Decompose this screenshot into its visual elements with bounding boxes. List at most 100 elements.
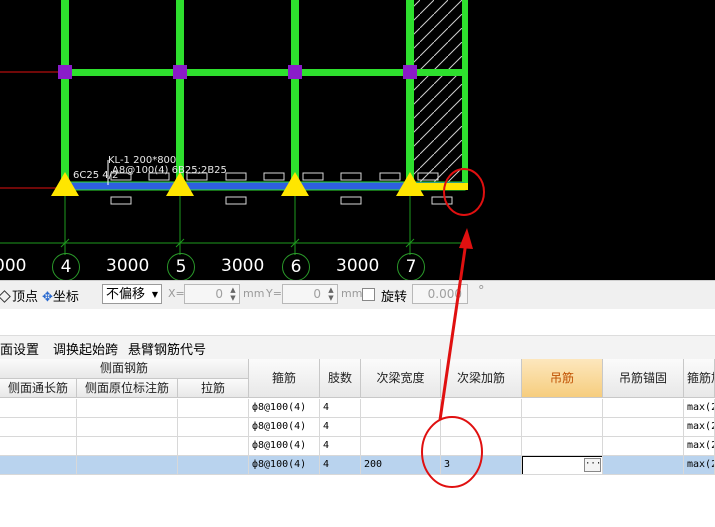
table-cell[interactable]: ф8@100(4) [249,456,320,475]
table-cell[interactable] [0,456,77,475]
table-cell[interactable] [603,418,684,437]
table-cell[interactable] [603,437,684,456]
x-input[interactable]: 0 ▲ ▼ [184,284,240,304]
table-cell[interactable] [361,418,441,437]
column [58,65,72,79]
rotate-input[interactable]: 0.000 [412,284,468,304]
span-property-table: 侧面钢筋 侧面通长筋 侧面原位标注筋 拉筋 箍筋 肢数 次梁宽度 次梁加筋 吊筋… [0,359,715,527]
span-dimension: 3000 [106,256,150,276]
spacer-strip [0,309,715,335]
table-row[interactable]: ф8@100(4) 4 max(2 [0,418,715,437]
rotate-unit: ° [478,284,485,299]
table-cell[interactable] [441,437,522,456]
table-cell[interactable] [603,456,684,475]
header-hanger-anchor[interactable]: 吊筋锚固 [603,359,684,398]
table-cell[interactable]: ф8@100(4) [249,399,320,418]
header-stirrup-add[interactable]: 箍筋加 [684,359,715,398]
vertex-snap-toggle[interactable]: 顶点 [0,286,38,305]
table-cell[interactable] [178,437,249,456]
offset-select[interactable]: 不偏移 ▼ [102,284,162,304]
drawing-canvas[interactable]: KL-1 200*800 A8@100(4) 6B25;2B25 6C25 4/… [0,0,715,280]
table-cell[interactable]: 3 [441,456,522,475]
table-cell[interactable] [441,399,522,418]
x-unit: mm [243,287,265,300]
x-spin-icon[interactable]: ▲ ▼ [228,286,238,302]
y-label: Y= [266,287,282,300]
header-stirrup[interactable]: 箍筋 [249,359,320,398]
table-cell[interactable] [522,399,603,418]
table-cell[interactable]: 4 [320,399,361,418]
header-hanger-rebar[interactable]: 吊筋 [522,359,603,398]
span-dimension: 000 [0,256,27,276]
table-cell[interactable]: ф8@100(4) [249,437,320,456]
table-cell[interactable] [178,418,249,437]
menu-section-settings[interactable]: 面设置 [0,339,39,358]
table-row[interactable]: ф8@100(4) 4 200 3 ··· max(2 [0,456,715,475]
y-unit: mm [341,287,363,300]
table-cell[interactable] [77,437,178,456]
table-row[interactable]: ф8@100(4) 4 max(2 [0,437,715,456]
coordinate-label: 坐标 [52,290,79,305]
table-cell[interactable] [441,418,522,437]
menu-cantilever-code[interactable]: 悬臂钢筋代号 [128,339,206,358]
y-value: 0 [313,287,321,301]
coordinate-toolbar: 顶点 ✥坐标 不偏移 ▼ X= 0 ▲ ▼ mm Y= 0 ▲ ▼ mm 旋转 0.00… [0,280,715,310]
table-cell[interactable] [361,399,441,418]
grid-line-4 [61,0,69,185]
table-cell[interactable]: max(2 [684,399,715,418]
table-cell[interactable] [178,399,249,418]
table-cell[interactable]: 4 [320,456,361,475]
header-side-through[interactable]: 侧面通长筋 [0,379,77,398]
coordinate-icon: ✥ [42,290,53,305]
table-cell[interactable]: 4 [320,437,361,456]
table-cell[interactable]: max(2 [684,456,715,475]
header-secondary-beam-width[interactable]: 次梁宽度 [361,359,441,398]
grid-line-7 [406,0,414,185]
table-cell[interactable]: 4 [320,418,361,437]
x-value: 0 [215,287,223,301]
plan-drawing [0,0,470,255]
offset-select-value: 不偏移 [106,287,146,302]
table-cell[interactable] [0,399,77,418]
table-cell[interactable]: max(2 [684,418,715,437]
column [173,65,187,79]
table-cell[interactable] [603,399,684,418]
rotate-checkbox[interactable] [362,288,375,301]
grid-line-6 [291,0,299,185]
table-cell[interactable] [0,437,77,456]
vertex-label: 顶点 [12,290,39,305]
header-secondary-beam-rebar[interactable]: 次梁加筋 [441,359,522,398]
table-cell[interactable]: ф8@100(4) [249,418,320,437]
table-cell[interactable] [77,418,178,437]
rotate-value: 0.000 [427,287,462,301]
table-cell[interactable] [178,456,249,475]
table-cell[interactable] [77,456,178,475]
ellipsis-button[interactable]: ··· [584,458,601,472]
table-cell[interactable] [0,418,77,437]
header-side-inplace[interactable]: 侧面原位标注筋 [77,379,178,398]
axis-bubble-5: 5 [167,253,195,280]
table-cell[interactable]: ··· [522,456,603,475]
table-cell[interactable] [522,418,603,437]
table-cell[interactable] [522,437,603,456]
y-spin-icon[interactable]: ▲ ▼ [326,286,336,302]
header-side-rebar-group: 侧面钢筋 [0,359,249,379]
table-cell[interactable]: 200 [361,456,441,475]
column [403,65,417,79]
grid-line-right [462,0,468,190]
chevron-down-icon: ▼ [151,290,158,299]
hatched-wall [414,0,464,185]
vertex-icon [0,290,11,303]
hanger-rebar-editor[interactable]: ··· [522,456,602,474]
y-input[interactable]: 0 ▲ ▼ [282,284,338,304]
menu-swap-start-span[interactable]: 调换起始跨 [53,339,118,358]
table-cell[interactable] [361,437,441,456]
header-legs[interactable]: 肢数 [320,359,361,398]
axis-bubble-6: 6 [282,253,310,280]
coordinate-snap-toggle[interactable]: ✥坐标 [42,286,79,305]
column [288,65,302,79]
table-row[interactable]: ф8@100(4) 4 max(2 [0,399,715,418]
table-cell[interactable]: max(2 [684,437,715,456]
header-tie[interactable]: 拉筋 [178,379,249,398]
table-cell[interactable] [77,399,178,418]
